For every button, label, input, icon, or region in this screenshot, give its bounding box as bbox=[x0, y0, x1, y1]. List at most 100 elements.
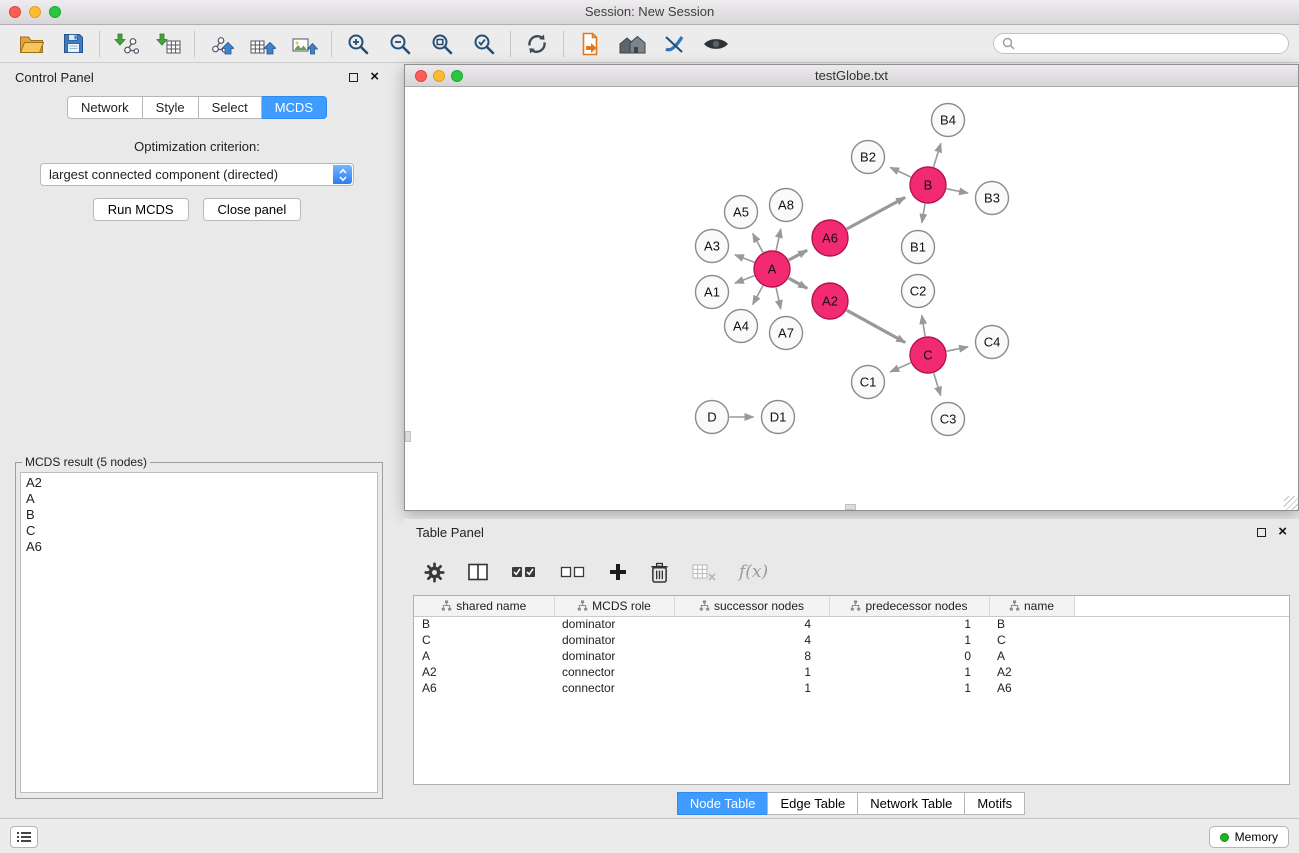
zoom-window-button[interactable] bbox=[49, 6, 61, 18]
graph-node-A8[interactable]: A8 bbox=[770, 189, 803, 222]
zoom-selected-button[interactable] bbox=[463, 28, 505, 60]
graph-node-A2[interactable]: A2 bbox=[812, 283, 848, 319]
zoom-out-button[interactable] bbox=[379, 28, 421, 60]
table-cell[interactable]: 1 bbox=[829, 664, 989, 680]
tab-select[interactable]: Select bbox=[199, 96, 262, 119]
mcds-result-item[interactable]: A bbox=[26, 491, 372, 507]
table-cell[interactable]: C bbox=[414, 632, 554, 648]
graph-edge-A-A5[interactable] bbox=[753, 234, 763, 253]
delete-columns-button[interactable] bbox=[650, 562, 669, 583]
table-row[interactable]: A2connector11A2 bbox=[414, 664, 1289, 680]
export-network-button[interactable] bbox=[200, 28, 242, 60]
graph-node-A[interactable]: A bbox=[754, 251, 790, 287]
table-cell[interactable]: 1 bbox=[829, 616, 989, 632]
graph-edge-A6-B[interactable] bbox=[847, 197, 905, 229]
table-cell[interactable]: 4 bbox=[674, 616, 829, 632]
network-graph[interactable]: B4B2BB3A8A5A6A3B1AC2A1A2A4A7C4CC1C3DD1 bbox=[405, 87, 1298, 510]
graph-node-B4[interactable]: B4 bbox=[932, 104, 965, 137]
tab-node-table[interactable]: Node Table bbox=[677, 792, 769, 815]
save-session-button[interactable] bbox=[52, 28, 94, 60]
mcds-result-item[interactable]: C bbox=[26, 523, 372, 539]
graph-edge-A2-C[interactable] bbox=[847, 310, 906, 342]
graph-node-A3[interactable]: A3 bbox=[696, 230, 729, 263]
close-network-window-button[interactable] bbox=[415, 70, 427, 82]
show-all-button[interactable] bbox=[611, 28, 653, 60]
graph-edge-A-A6[interactable] bbox=[789, 250, 807, 260]
table-cell[interactable]: 1 bbox=[674, 664, 829, 680]
graph-edge-C-C2[interactable] bbox=[922, 315, 925, 336]
graph-node-A7[interactable]: A7 bbox=[770, 317, 803, 350]
open-file-button[interactable] bbox=[10, 28, 52, 60]
zoom-in-button[interactable] bbox=[337, 28, 379, 60]
graph-node-C1[interactable]: C1 bbox=[852, 366, 885, 399]
graph-edge-A-A7[interactable] bbox=[776, 288, 781, 310]
table-cell[interactable]: 4 bbox=[674, 632, 829, 648]
criterion-dropdown[interactable]: largest connected component (directed) bbox=[40, 163, 354, 186]
table-cell[interactable]: 1 bbox=[829, 680, 989, 696]
graph-edge-A-A3[interactable] bbox=[735, 255, 754, 262]
table-row[interactable]: A6connector11A6 bbox=[414, 680, 1289, 696]
table-row[interactable]: Bdominator41B bbox=[414, 616, 1289, 632]
mcds-result-item[interactable]: A6 bbox=[26, 539, 372, 555]
graph-edge-A-A1[interactable] bbox=[735, 276, 754, 283]
table-cell[interactable]: A2 bbox=[414, 664, 554, 680]
resize-grip[interactable] bbox=[1284, 496, 1298, 510]
table-cell[interactable]: 1 bbox=[829, 632, 989, 648]
hide-selected-button[interactable] bbox=[653, 28, 695, 60]
table-cell[interactable]: B bbox=[989, 616, 1074, 632]
mcds-result-item[interactable]: A2 bbox=[26, 475, 372, 491]
zoom-fit-button[interactable] bbox=[421, 28, 463, 60]
close-panel-button[interactable]: Close panel bbox=[203, 198, 302, 221]
graph-node-D[interactable]: D bbox=[696, 401, 729, 434]
function-builder-button[interactable]: f(x) bbox=[739, 562, 768, 582]
table-settings-button[interactable] bbox=[424, 562, 445, 583]
graph-edge-B-B2[interactable] bbox=[890, 167, 911, 177]
table-cell[interactable]: dominator bbox=[554, 632, 674, 648]
graph-node-C2[interactable]: C2 bbox=[902, 275, 935, 308]
minimize-window-button[interactable] bbox=[29, 6, 41, 18]
graph-edge-B-B1[interactable] bbox=[922, 204, 925, 223]
vertical-scroll-indicator[interactable] bbox=[405, 431, 411, 442]
graph-edge-A-A4[interactable] bbox=[753, 286, 763, 305]
float-panel-icon[interactable] bbox=[349, 73, 358, 82]
memory-button[interactable]: Memory bbox=[1209, 826, 1289, 848]
graph-node-A1[interactable]: A1 bbox=[696, 276, 729, 309]
graph-node-C[interactable]: C bbox=[910, 337, 946, 373]
tab-mcds[interactable]: MCDS bbox=[262, 96, 327, 119]
table-cell[interactable]: A6 bbox=[989, 680, 1074, 696]
close-panel-icon[interactable]: × bbox=[370, 71, 379, 83]
graph-node-B3[interactable]: B3 bbox=[976, 182, 1009, 215]
graph-node-B[interactable]: B bbox=[910, 167, 946, 203]
column-header-name[interactable]: name bbox=[989, 596, 1074, 616]
tab-edge-table[interactable]: Edge Table bbox=[767, 792, 858, 815]
graph-node-B1[interactable]: B1 bbox=[902, 231, 935, 264]
panel-selector-button[interactable] bbox=[10, 826, 38, 848]
delete-table-button[interactable] bbox=[692, 562, 716, 582]
float-table-panel-icon[interactable] bbox=[1257, 528, 1266, 537]
first-neighbors-button[interactable] bbox=[569, 28, 611, 60]
tab-style[interactable]: Style bbox=[143, 96, 199, 119]
graph-edge-C-C3[interactable] bbox=[934, 373, 941, 396]
table-cell[interactable]: 8 bbox=[674, 648, 829, 664]
show-columns-button[interactable] bbox=[468, 563, 488, 581]
close-table-panel-icon[interactable]: × bbox=[1278, 526, 1287, 538]
column-header-predecessor-nodes[interactable]: predecessor nodes bbox=[829, 596, 989, 616]
import-table-button[interactable] bbox=[147, 28, 189, 60]
deselect-all-button[interactable] bbox=[560, 564, 586, 580]
horizontal-scroll-indicator[interactable] bbox=[845, 504, 856, 510]
minimize-network-window-button[interactable] bbox=[433, 70, 445, 82]
graph-node-B2[interactable]: B2 bbox=[852, 141, 885, 174]
table-cell[interactable]: B bbox=[414, 616, 554, 632]
table-cell[interactable]: connector bbox=[554, 680, 674, 696]
mcds-result-item[interactable]: B bbox=[26, 507, 372, 523]
network-canvas[interactable]: B4B2BB3A8A5A6A3B1AC2A1A2A4A7C4CC1C3DD1 bbox=[405, 87, 1298, 510]
graph-edge-A-A8[interactable] bbox=[776, 229, 781, 251]
tab-motifs[interactable]: Motifs bbox=[964, 792, 1025, 815]
graph-edge-B-B3[interactable] bbox=[947, 189, 968, 193]
table-cell[interactable]: A bbox=[414, 648, 554, 664]
import-network-button[interactable] bbox=[105, 28, 147, 60]
table-cell[interactable]: connector bbox=[554, 664, 674, 680]
table-cell[interactable]: dominator bbox=[554, 616, 674, 632]
table-cell[interactable]: A2 bbox=[989, 664, 1074, 680]
graph-node-A6[interactable]: A6 bbox=[812, 220, 848, 256]
